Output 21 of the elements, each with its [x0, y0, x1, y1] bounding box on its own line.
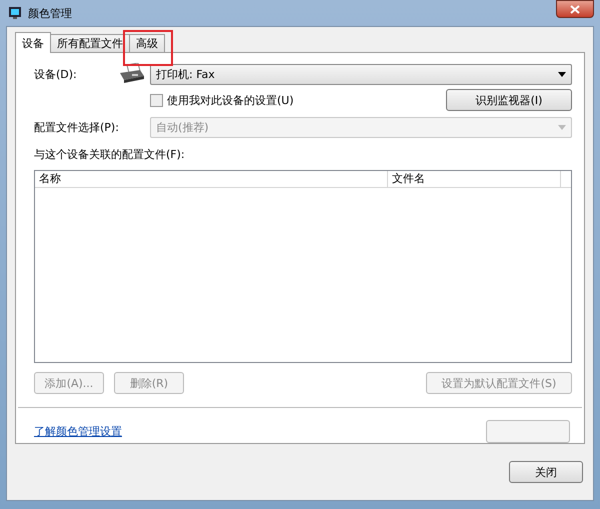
printer-icon — [118, 63, 146, 85]
section-label: 与这个设备关联的配置文件(F): — [34, 147, 186, 162]
close-button[interactable] — [556, 0, 594, 18]
field-label: 配置文件选择(P): — [34, 120, 120, 135]
help-link[interactable]: 了解颜色管理设置 — [34, 424, 122, 439]
checkbox[interactable]: 使用我对此设备的设置(U) — [150, 92, 294, 108]
column-header[interactable]: 文件名 — [388, 171, 561, 187]
column-header[interactable]: 名称 — [35, 171, 388, 187]
tab[interactable]: 高级 — [129, 34, 165, 52]
tab[interactable]: 设备 — [15, 32, 51, 53]
device-dropdown[interactable]: 打印机: Fax — [150, 64, 572, 84]
close-icon — [570, 4, 580, 14]
dropdown-arrow-icon — [558, 125, 566, 130]
window-title: 颜色管理 — [28, 6, 72, 20]
identify-monitors-button[interactable]: 识别监视器(I) — [446, 89, 572, 111]
profile-list[interactable]: 名称 文件名 — [34, 170, 572, 363]
dropdown-arrow-icon — [558, 72, 566, 76]
field-label: 设备(D): — [34, 66, 78, 82]
tab[interactable]: 所有配置文件 — [50, 34, 130, 52]
monitor-icon — [8, 6, 22, 20]
close-dialog-button[interactable]: 关闭 — [509, 461, 583, 483]
